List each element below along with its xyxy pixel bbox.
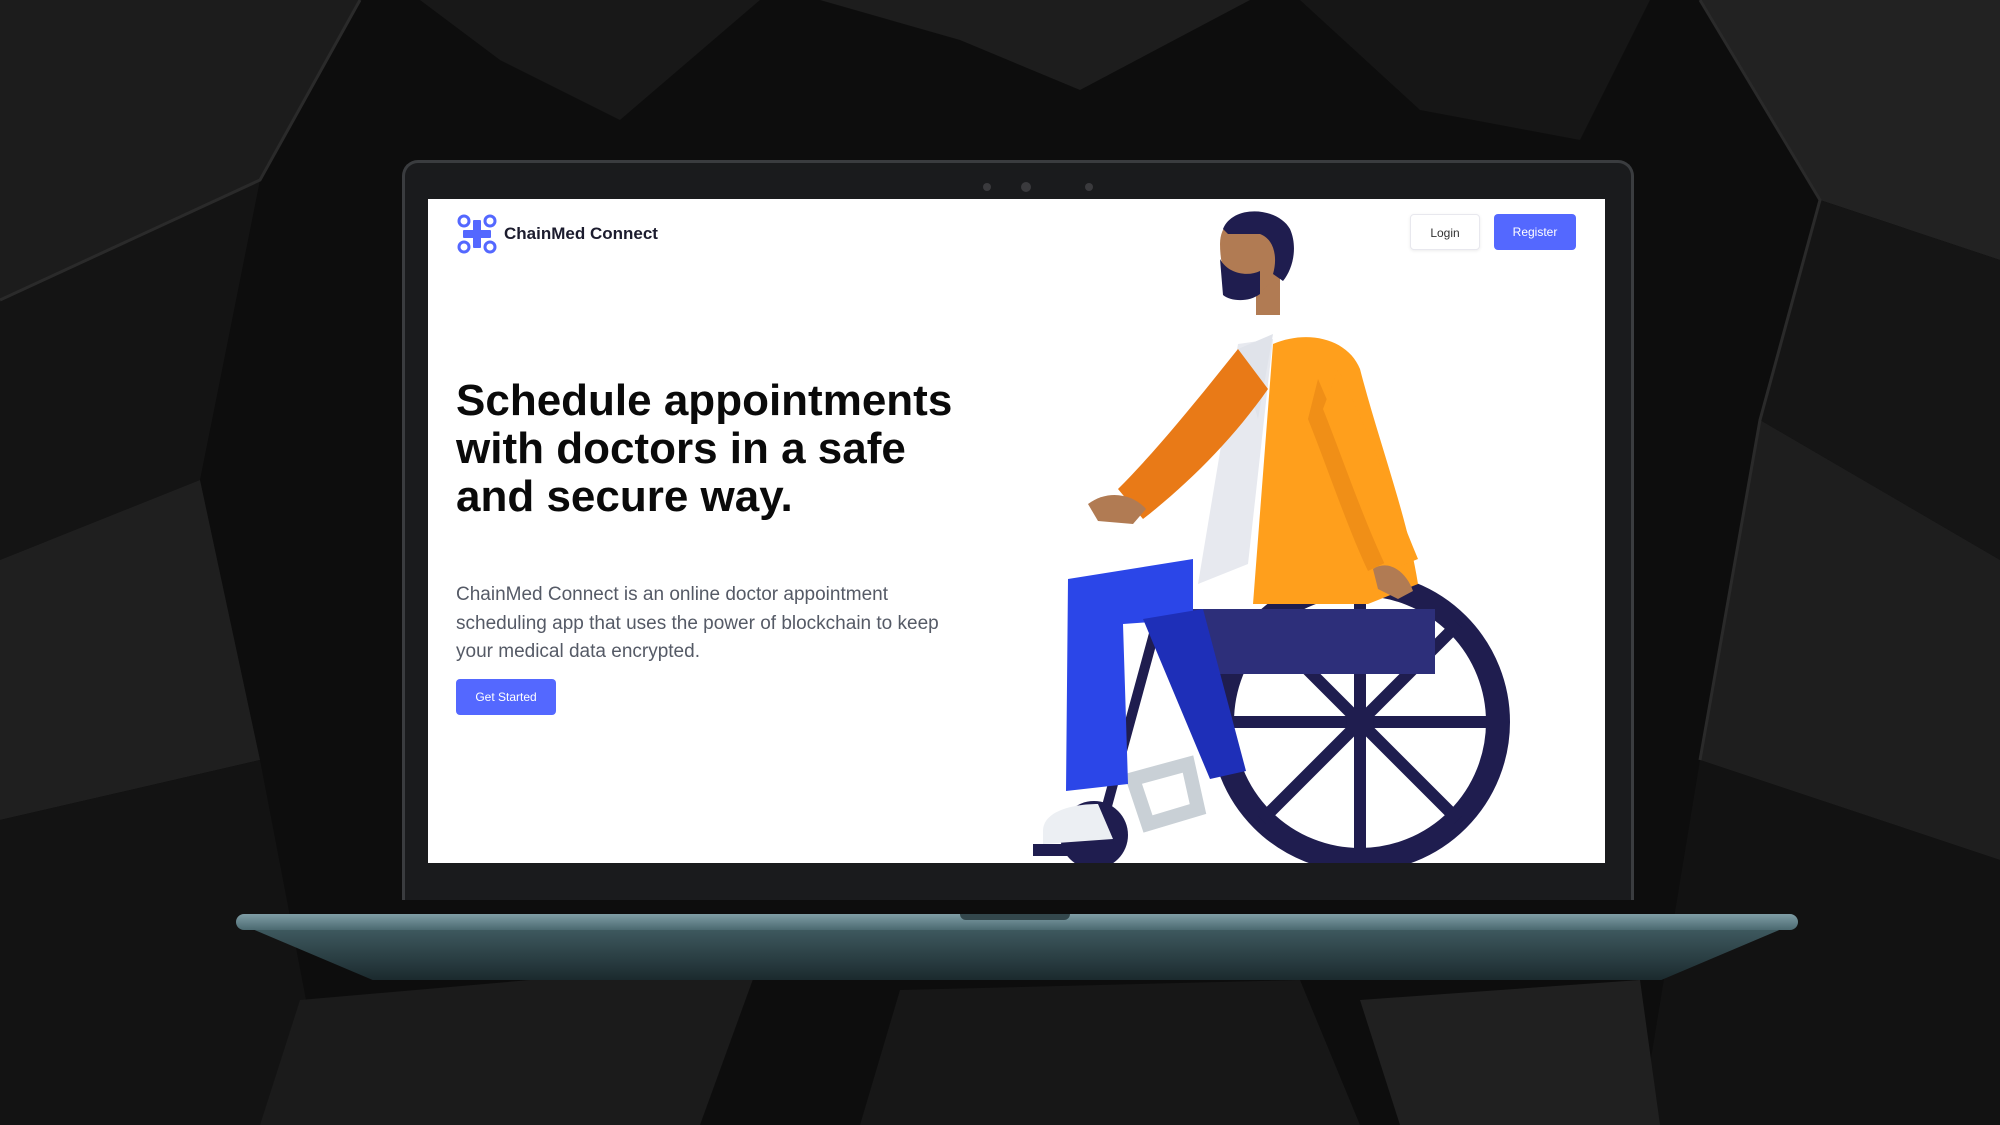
camera-lens [1021,182,1031,192]
hero-description: ChainMed Connect is an online doctor app… [456,584,939,662]
laptop-screen: ChainMed Connect Login Register Schedule… [428,199,1605,863]
brand-name: ChainMed Connect [504,224,658,243]
camera-sensor [1085,183,1093,191]
hero-title: Schedule appointments with doctors in a … [456,376,953,521]
camera-dot [983,183,991,191]
laptop-base [250,928,1784,980]
medical-cross-network-icon [457,214,497,254]
laptop-hinge-notch [960,914,1070,920]
brand[interactable]: ChainMed Connect [456,213,658,255]
get-started-button[interactable]: Get Started [456,679,556,715]
person-in-wheelchair-illustration [1033,211,1510,863]
